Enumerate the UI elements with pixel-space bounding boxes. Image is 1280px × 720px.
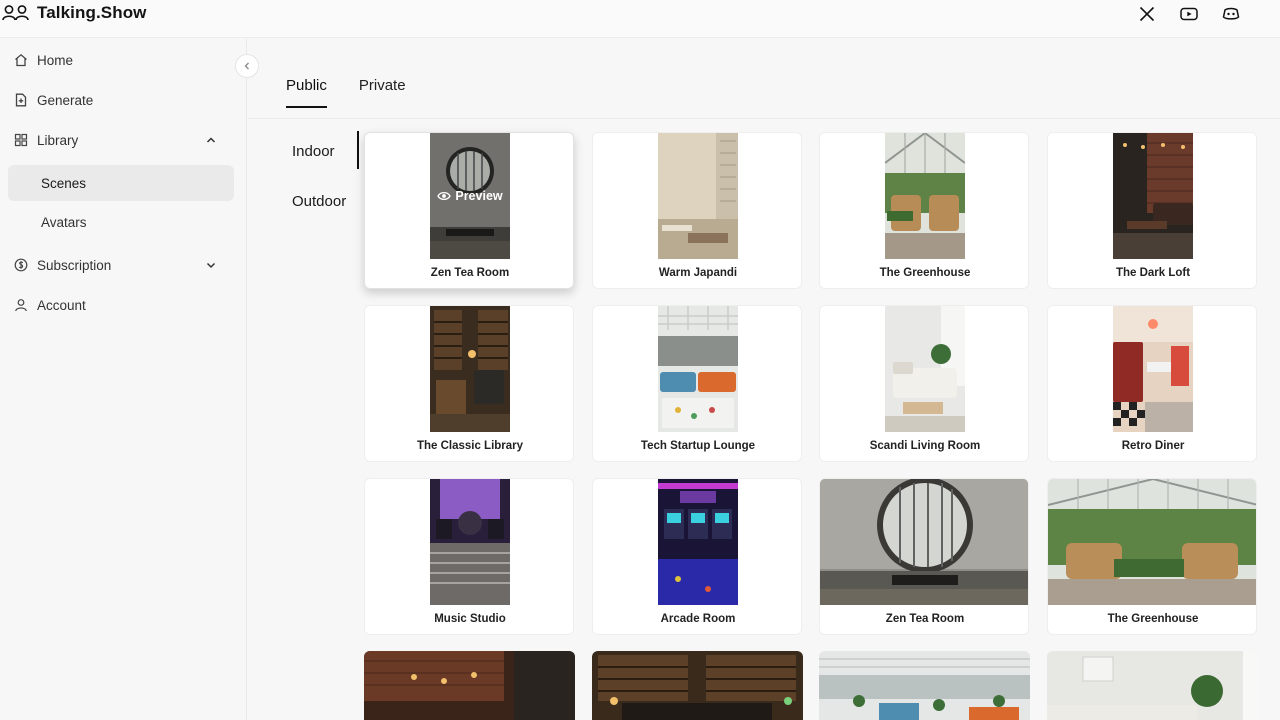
logo[interactable]: Talking.Show [2, 3, 147, 23]
scene-thumbnail [885, 306, 965, 432]
scene-thumbnail [658, 479, 738, 605]
scene-thumbnail [820, 479, 1028, 605]
sidebar-item-home[interactable]: Home [8, 42, 234, 78]
scene-thumbnail [658, 306, 738, 432]
tab-private[interactable]: Private [359, 77, 406, 108]
tabs-divider [248, 118, 1280, 119]
scene-name: The Dark Loft [1115, 267, 1191, 279]
scene-card[interactable]: Retro Diner [1047, 305, 1257, 462]
scene-thumbnail [1113, 133, 1193, 259]
scene-name: Warm Japandi [658, 267, 738, 279]
scene-name: The Greenhouse [879, 267, 971, 279]
sidebar-item-label: Account [37, 297, 86, 313]
sidebar: Home Generate Library Scenes Avatars Sub… [0, 39, 247, 720]
chevron-up-icon[interactable] [204, 133, 218, 147]
scene-card[interactable]: The Greenhouse [819, 132, 1029, 289]
scene-card[interactable]: Arcade Room [592, 478, 802, 635]
preview-overlay[interactable]: Preview [430, 133, 510, 259]
scene-thumbnail [1047, 651, 1258, 720]
scene-card[interactable]: The Dark Loft [1047, 132, 1257, 289]
youtube-icon [1180, 7, 1198, 21]
scene-name: Arcade Room [660, 613, 736, 625]
scene-thumbnail [592, 651, 803, 720]
scene-name: Music Studio [434, 613, 506, 625]
eye-icon [437, 191, 452, 201]
scene-name: Tech Startup Lounge [640, 440, 756, 452]
grid-icon [13, 132, 29, 148]
scene-name: The Greenhouse [1107, 613, 1199, 625]
scene-card[interactable]: Music Studio [364, 478, 574, 635]
dollar-circle-icon [13, 257, 29, 273]
scene-card[interactable] [592, 651, 803, 720]
category-active-indicator [357, 131, 359, 169]
category-indoor[interactable]: Indoor [292, 143, 335, 160]
scene-card[interactable] [819, 651, 1030, 720]
sidebar-item-library[interactable]: Library [8, 122, 234, 158]
sidebar-item-label: Home [37, 52, 74, 68]
discord-link[interactable] [1220, 4, 1242, 24]
sidebar-item-label: Library [37, 132, 79, 148]
app-title: Talking.Show [37, 3, 147, 22]
discord-icon [1222, 7, 1240, 20]
scene-name: Retro Diner [1121, 440, 1185, 452]
sidebar-item-label: Generate [37, 92, 94, 108]
scene-card[interactable] [364, 651, 575, 720]
scene-card[interactable]: Scandi Living Room [819, 305, 1029, 462]
scene-thumbnail [1113, 306, 1193, 432]
category-outdoor[interactable]: Outdoor [292, 193, 346, 210]
home-icon [13, 52, 29, 68]
youtube-link[interactable] [1178, 4, 1200, 24]
scene-thumbnail [430, 479, 510, 605]
scene-card[interactable]: The Greenhouse [1047, 478, 1257, 635]
sidebar-item-scenes[interactable]: Scenes [8, 165, 234, 201]
x-twitter-icon [1139, 6, 1155, 22]
scene-thumbnail: Preview [430, 133, 510, 259]
scene-thumbnail [819, 651, 1030, 720]
top-bar: Talking.Show [0, 0, 1280, 38]
scene-thumbnail [430, 306, 510, 432]
scene-name: Zen Tea Room [430, 267, 510, 279]
preview-label: Preview [455, 189, 503, 203]
scene-thumbnail [364, 651, 575, 720]
sidebar-item-account[interactable]: Account [8, 287, 234, 323]
sidebar-item-subscription[interactable]: Subscription [8, 247, 234, 283]
sidebar-item-avatars[interactable]: Avatars [8, 204, 234, 240]
scene-card[interactable]: Preview Zen Tea Room [364, 132, 574, 289]
scene-thumbnail [1048, 479, 1256, 605]
scene-card[interactable] [1047, 651, 1258, 720]
user-icon [13, 297, 29, 313]
scene-card[interactable]: Zen Tea Room [819, 478, 1029, 635]
sidebar-item-label: Subscription [37, 257, 112, 273]
scene-thumbnail [885, 133, 965, 259]
x-twitter-link[interactable] [1136, 4, 1158, 24]
scene-card[interactable]: Warm Japandi [592, 132, 802, 289]
tab-public[interactable]: Public [286, 77, 327, 108]
scene-name: Scandi Living Room [869, 440, 981, 452]
visibility-tabs: Public Private [286, 77, 406, 108]
scene-name: Zen Tea Room [885, 613, 965, 625]
chevron-down-icon[interactable] [204, 258, 218, 272]
sidebar-item-label: Scenes [41, 175, 87, 191]
logo-icon [2, 5, 29, 21]
sidebar-collapse-button[interactable] [235, 54, 259, 78]
file-plus-icon [13, 92, 29, 108]
sidebar-item-label: Avatars [41, 214, 87, 230]
main-content: Public Private Indoor Outdoor Preview Ze… [248, 39, 1280, 720]
chevron-left-icon [244, 62, 249, 70]
sidebar-item-generate[interactable]: Generate [8, 82, 234, 118]
scene-card[interactable]: Tech Startup Lounge [592, 305, 802, 462]
scene-name: The Classic Library [416, 440, 524, 452]
scene-card[interactable]: The Classic Library [364, 305, 574, 462]
scene-thumbnail [658, 133, 738, 259]
